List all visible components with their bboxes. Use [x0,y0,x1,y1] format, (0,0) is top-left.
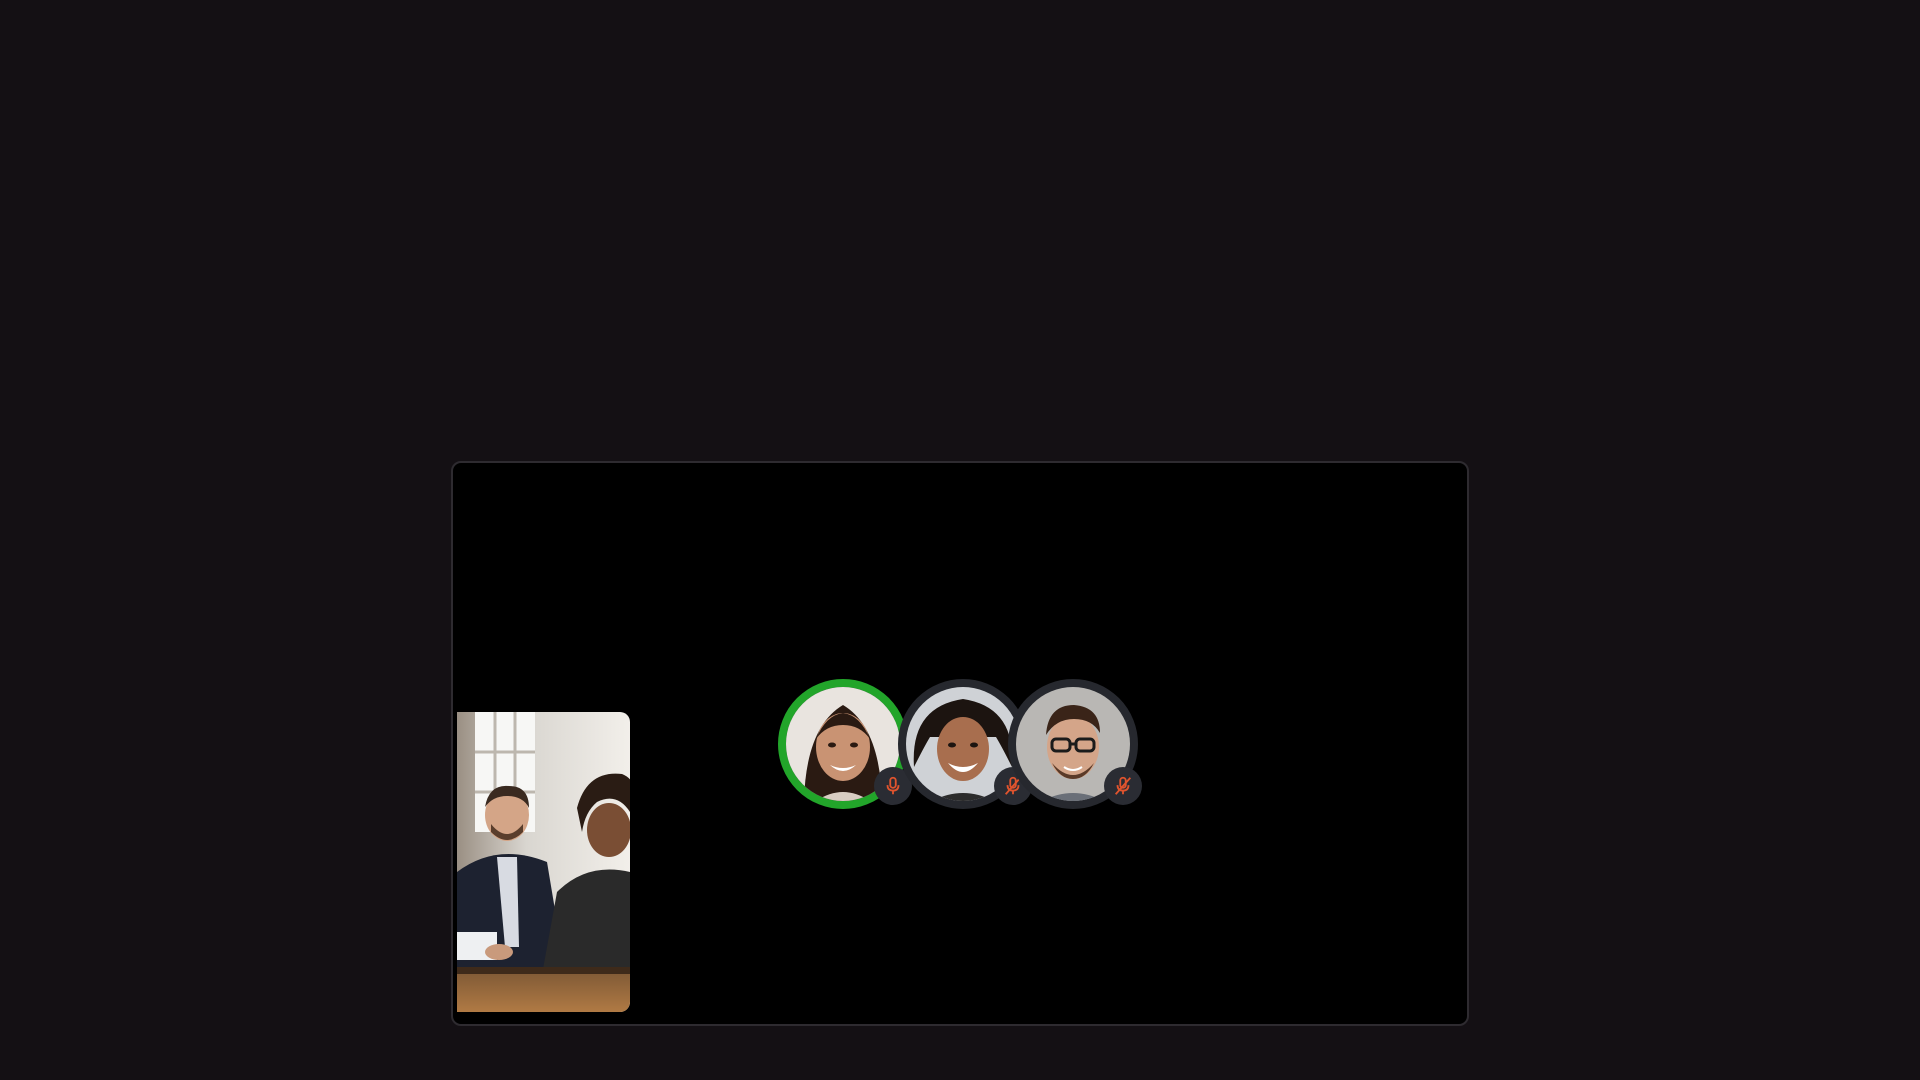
mic-muted-icon [1114,776,1132,795]
call-stage [451,461,1469,1026]
video-feed-image [457,712,630,1012]
mic-icon [886,776,900,795]
participant-avatar-3[interactable] [1008,679,1142,809]
participant-avatars [778,673,1158,823]
mic-muted-badge[interactable] [1104,767,1142,805]
self-view-video[interactable] [457,712,630,1012]
participant-avatar-1[interactable] [778,679,912,809]
